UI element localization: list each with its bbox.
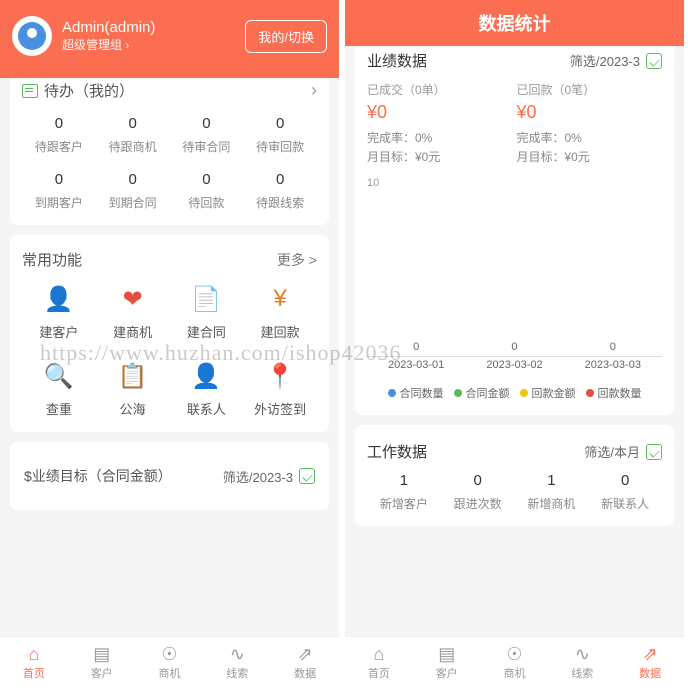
legend-item: 合同金额 [454,385,510,401]
filter-icon [299,468,315,484]
func-item[interactable]: 👤建客户 [22,284,96,341]
back-amount: ¥0 [517,102,663,123]
todo-item[interactable]: 0待跟商机 [96,115,170,155]
todo-icon [22,84,38,98]
func-item[interactable]: ¥建回款 [243,284,317,341]
tab-icon: ⌂ [373,645,384,663]
todo-item[interactable]: 0待审回款 [243,115,317,155]
target-filter[interactable]: 筛选/2023-3 [223,467,315,486]
stats-header: 数据统计 [345,0,684,46]
tab-数据[interactable]: ⇗数据 [271,637,339,688]
tab-线索[interactable]: ∿线索 [203,637,271,688]
user-name: Admin(admin) [62,19,155,36]
avatar [12,16,52,56]
tab-客户[interactable]: ▤客户 [68,637,136,688]
tab-icon: ☉ [161,645,177,663]
todo-item[interactable]: 0待审合同 [170,115,244,155]
tab-icon: ▤ [438,645,455,663]
tab-首页[interactable]: ⌂首页 [0,637,68,688]
tabbar: ⌂首页▤客户☉商机∿线索⇗数据 [0,636,339,688]
x-tick: 2023-03-01 [388,359,444,371]
work-item[interactable]: 0新联系人 [588,472,662,512]
todo-item[interactable]: 0到期合同 [96,171,170,211]
tab-数据[interactable]: ⇗数据 [616,637,684,688]
tab-首页[interactable]: ⌂首页 [345,637,413,688]
tab-icon: ⇗ [298,645,313,663]
tab-icon: ∿ [575,645,590,663]
perf-chart: 10 [367,177,662,357]
filter-icon [646,53,662,69]
func-item[interactable]: 📄建合同 [170,284,244,341]
todo-item[interactable]: 0到期客户 [22,171,96,211]
func-item[interactable]: 📋公海 [96,361,170,418]
func-item[interactable]: 📍外访签到 [243,361,317,418]
todo-item[interactable]: 0待跟客户 [22,115,96,155]
user-role: 超级管理组 › [62,36,155,53]
tab-icon: ▤ [93,645,110,663]
user-info[interactable]: Admin(admin) 超级管理组 › [12,16,155,56]
deal-sub: 已成交（0单） [367,81,513,98]
work-item[interactable]: 1新增客户 [367,472,441,512]
target-card: $业绩目标（合同金额） 筛选/2023-3 [10,442,329,510]
funcs-title: 常用功能 [22,249,82,270]
deal-goal: 月目标：¥0元 [367,148,513,165]
perf-filter[interactable]: 筛选/2023-3 [570,51,662,70]
deal-amount: ¥0 [367,102,513,123]
back-goal: 月目标：¥0元 [517,148,663,165]
legend-item: 回款数量 [586,385,642,401]
header: Admin(admin) 超级管理组 › 我的/切换 [0,0,339,78]
tab-商机[interactable]: ☉商机 [136,637,204,688]
todo-title: 待办（我的） [44,80,134,101]
target-label: $业绩目标（合同金额） [24,466,172,486]
x-tick: 2023-03-03 [585,359,641,371]
right-screen: 数据统计 业绩数据 筛选/2023-3 已成交（0单） ¥0 完成率：0% 月目… [345,0,684,688]
tab-icon: ⇗ [643,645,658,663]
todo-card: 待办（我的） › 0待跟客户0待跟商机0待审合同0待审回款0到期客户0到期合同0… [10,78,329,225]
func-item[interactable]: ❤建商机 [96,284,170,341]
perf-title: 业绩数据 [367,50,427,71]
todo-item[interactable]: 0待回款 [170,171,244,211]
chevron-right-icon[interactable]: › [311,80,317,101]
tab-商机[interactable]: ☉商机 [481,637,549,688]
perf-card: 业绩数据 筛选/2023-3 已成交（0单） ¥0 完成率：0% 月目标：¥0元… [355,46,674,415]
work-title: 工作数据 [367,441,427,462]
back-sub: 已回款（0笔） [517,81,663,98]
func-item[interactable]: 🔍查重 [22,361,96,418]
work-item[interactable]: 1新增商机 [515,472,589,512]
funcs-card: 常用功能 更多 > 👤建客户❤建商机📄建合同¥建回款 🔍查重📋公海👤联系人📍外访签… [10,235,329,432]
func-item[interactable]: 👤联系人 [170,361,244,418]
work-item[interactable]: 0跟进次数 [441,472,515,512]
deal-rate: 完成率：0% [367,129,513,146]
legend-item: 回款金额 [520,385,576,401]
filter-icon [646,444,662,460]
more-button[interactable]: 更多 > [277,250,317,270]
work-card: 工作数据 筛选/本月 1新增客户0跟进次数1新增商机0新联系人 [355,425,674,526]
tab-icon: ∿ [230,645,245,663]
tab-icon: ☉ [506,645,522,663]
left-screen: Admin(admin) 超级管理组 › 我的/切换 待办（我的） › 0待跟客… [0,0,339,688]
todo-item[interactable]: 0待跟线索 [243,171,317,211]
x-tick: 2023-03-02 [486,359,542,371]
work-filter[interactable]: 筛选/本月 [584,442,662,461]
tab-icon: ⌂ [28,645,39,663]
tabbar: ⌂首页▤客户☉商机∿线索⇗数据 [345,636,684,688]
y-tick: 10 [367,177,379,189]
switch-button[interactable]: 我的/切换 [245,20,327,53]
tab-线索[interactable]: ∿线索 [548,637,616,688]
tab-客户[interactable]: ▤客户 [413,637,481,688]
back-rate: 完成率：0% [517,129,663,146]
legend-item: 合同数量 [388,385,444,401]
